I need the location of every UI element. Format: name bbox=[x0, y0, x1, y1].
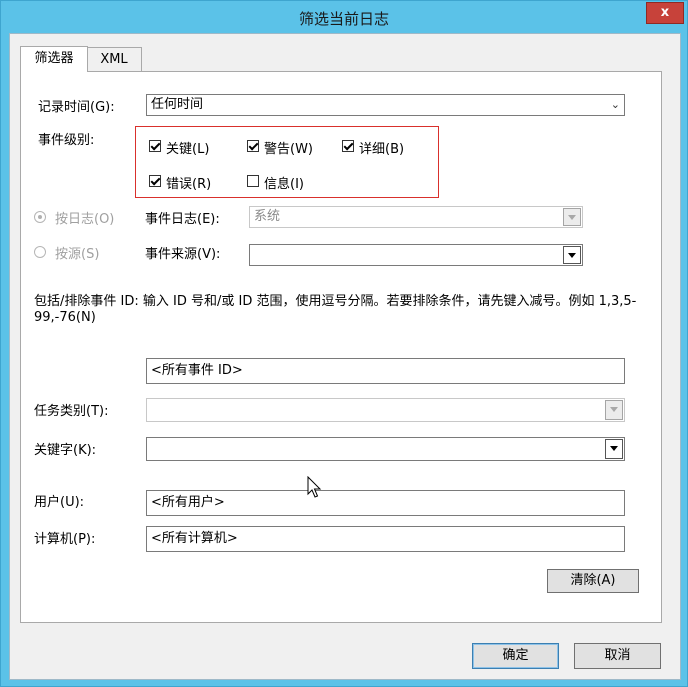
event-level-group: 关键(L) 警告(W) 详细(B) 错误(R) 信息(I) bbox=[135, 126, 439, 198]
radio-by-log[interactable] bbox=[34, 211, 46, 223]
logged-select[interactable]: 任何时间 ⌄ bbox=[146, 94, 625, 116]
keywords-label: 关键字(K): bbox=[34, 443, 97, 458]
checkbox-warning[interactable] bbox=[247, 140, 259, 152]
task-category-dropdown-button[interactable] bbox=[605, 400, 623, 420]
filter-dialog-window: 筛选当前日志 x 筛选器 XML 记录时间(G): 任何时间 ⌄ 事件级别: 关… bbox=[0, 0, 688, 687]
chevron-down-icon bbox=[610, 446, 618, 451]
event-level-label: 事件级别: bbox=[38, 133, 95, 148]
computer-label: 计算机(P): bbox=[34, 532, 96, 547]
event-id-description: 包括/排除事件 ID: 输入 ID 号和/或 ID 范围，使用逗号分隔。若要排除… bbox=[34, 294, 637, 325]
chevron-down-icon bbox=[610, 407, 618, 412]
information-label: 信息(I) bbox=[264, 177, 304, 192]
keywords-dropdown-button[interactable] bbox=[605, 439, 623, 459]
tab-filter[interactable]: 筛选器 bbox=[20, 46, 88, 72]
warning-label: 警告(W) bbox=[264, 142, 313, 157]
critical-label: 关键(L) bbox=[166, 142, 210, 157]
chevron-down-icon bbox=[568, 253, 576, 258]
event-source-dropdown-button[interactable] bbox=[563, 246, 581, 264]
checkbox-error[interactable] bbox=[149, 175, 161, 187]
checkbox-critical[interactable] bbox=[149, 140, 161, 152]
by-log-label: 按日志(O) bbox=[55, 212, 115, 227]
keywords-select[interactable] bbox=[146, 437, 625, 461]
event-source-select[interactable] bbox=[249, 244, 583, 266]
tab-xml[interactable]: XML bbox=[86, 47, 142, 72]
event-log-dropdown-button[interactable] bbox=[563, 208, 581, 226]
mouse-cursor-icon bbox=[307, 476, 322, 498]
event-log-select[interactable]: 系统 bbox=[249, 206, 583, 228]
window-title: 筛选当前日志 bbox=[298, 10, 389, 28]
checkbox-verbose[interactable] bbox=[342, 140, 354, 152]
by-source-label: 按源(S) bbox=[55, 247, 100, 262]
ok-button[interactable]: 确定 bbox=[472, 643, 559, 669]
dialog-client-area: 筛选器 XML 记录时间(G): 任何时间 ⌄ 事件级别: 关键(L) 警告(W… bbox=[9, 33, 681, 680]
radio-by-source[interactable] bbox=[34, 246, 46, 258]
chevron-down-icon bbox=[568, 215, 576, 220]
cancel-button[interactable]: 取消 bbox=[574, 643, 661, 669]
logged-value: 任何时间 bbox=[151, 97, 204, 112]
event-log-value: 系统 bbox=[254, 209, 281, 224]
task-category-select[interactable] bbox=[146, 398, 625, 422]
checkbox-information[interactable] bbox=[247, 175, 259, 187]
filter-panel: 记录时间(G): 任何时间 ⌄ 事件级别: 关键(L) 警告(W) 详细(B) … bbox=[20, 71, 662, 623]
close-button[interactable]: x bbox=[646, 2, 684, 24]
logged-label: 记录时间(G): bbox=[38, 100, 115, 115]
user-label: 用户(U): bbox=[34, 495, 85, 510]
clear-button[interactable]: 清除(A) bbox=[547, 569, 639, 593]
computer-input[interactable]: <所有计算机> bbox=[146, 526, 625, 552]
event-log-label: 事件日志(E): bbox=[145, 212, 220, 227]
title-bar[interactable]: 筛选当前日志 x bbox=[1, 1, 687, 33]
user-input[interactable]: <所有用户> bbox=[146, 490, 625, 516]
event-source-label: 事件来源(V): bbox=[145, 247, 221, 262]
error-label: 错误(R) bbox=[166, 177, 212, 192]
chevron-down-icon: ⌄ bbox=[610, 98, 620, 111]
verbose-label: 详细(B) bbox=[359, 142, 405, 157]
event-id-input[interactable]: <所有事件 ID> bbox=[146, 358, 625, 384]
task-category-label: 任务类别(T): bbox=[34, 404, 109, 419]
